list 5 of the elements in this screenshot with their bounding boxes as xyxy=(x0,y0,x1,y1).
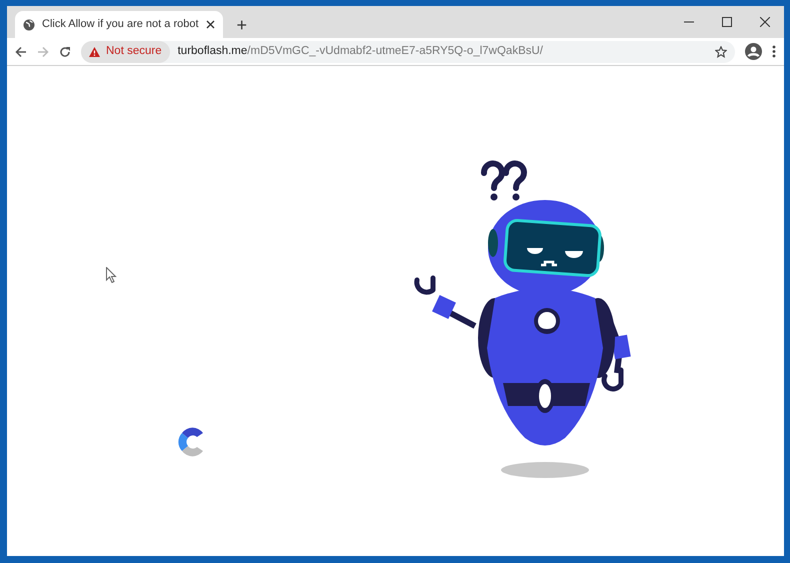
security-indicator[interactable]: Not secure xyxy=(81,40,170,62)
url-text[interactable]: turboflash.me/mD5VmGC_-vUdmabf2-utmeE7-a5RY5Q-o_l7wQakBsU/ xyxy=(178,42,543,60)
tab-title: Click Allow if you are not a robot xyxy=(42,17,199,32)
new-tab-button[interactable]: + xyxy=(230,15,254,35)
browser-tab[interactable]: Click Allow if you are not a robot xyxy=(15,11,223,38)
